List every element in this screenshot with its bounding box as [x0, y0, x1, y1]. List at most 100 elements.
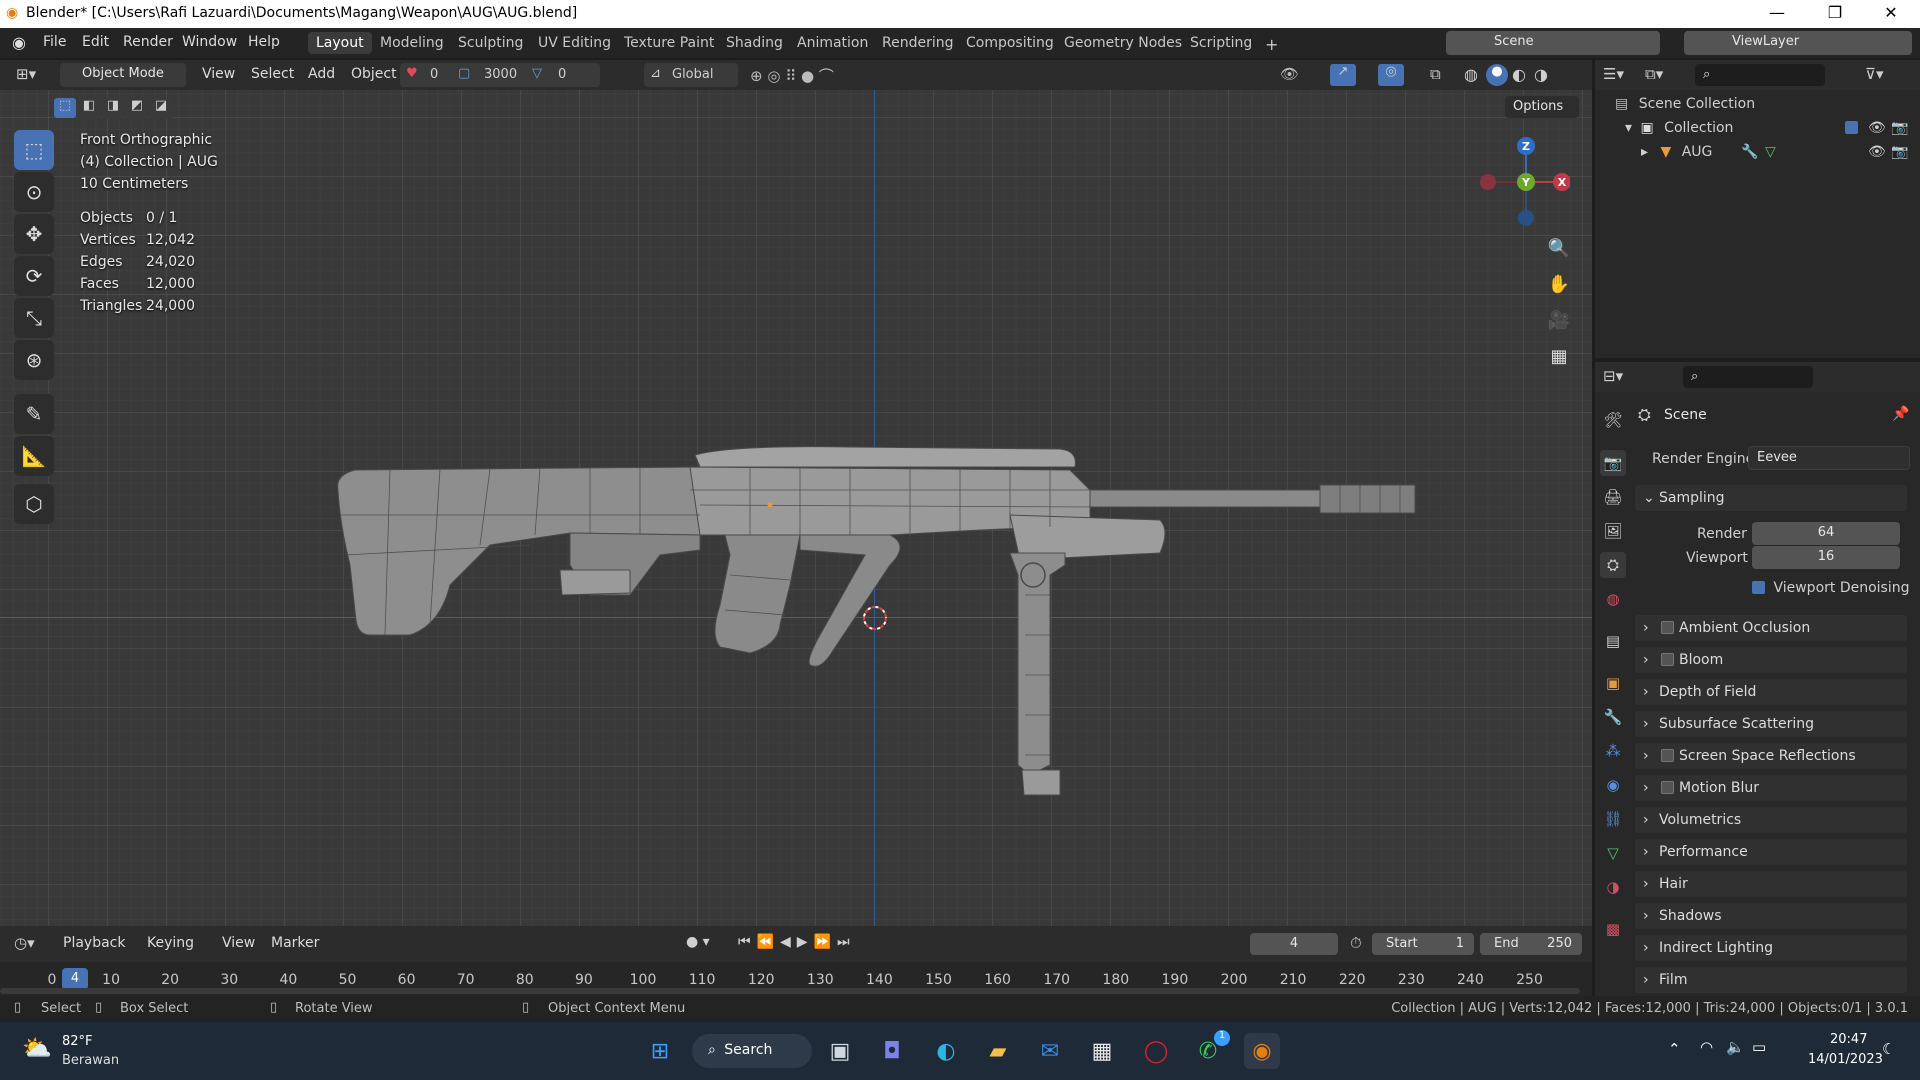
- mail-icon[interactable]: ✉: [1032, 1033, 1068, 1069]
- outliner-item-scene-collection[interactable]: ▤ Scene Collection: [1615, 96, 1755, 112]
- filter-icon[interactable]: ⊽▾: [1865, 65, 1884, 83]
- scene-selector[interactable]: Scene: [1446, 31, 1660, 55]
- panel-shadows[interactable]: › Shadows: [1635, 903, 1907, 929]
- modifier-tab-icon[interactable]: 🔧: [1600, 704, 1626, 730]
- maximize-button[interactable]: ❐: [1812, 2, 1858, 26]
- render-samples-field[interactable]: 64: [1752, 522, 1900, 545]
- physics-tab-icon[interactable]: ◉: [1600, 772, 1626, 798]
- solid-shading-icon[interactable]: ●: [1486, 64, 1508, 86]
- gizmo-toggle-icon[interactable]: ↗: [1330, 64, 1356, 86]
- render-engine-dropdown[interactable]: Eevee: [1748, 446, 1910, 470]
- particles-tab-icon[interactable]: ⁂: [1600, 738, 1626, 764]
- playhead-marker[interactable]: 4: [62, 968, 88, 990]
- pin-icon[interactable]: 📌: [1892, 406, 1909, 422]
- exclude-checkbox[interactable]: [1845, 120, 1858, 136]
- menu-render[interactable]: Render: [123, 34, 173, 50]
- object-tab-icon[interactable]: ▣: [1600, 670, 1626, 696]
- select-box-tool[interactable]: ⬚: [14, 130, 54, 170]
- blender-menu-icon[interactable]: ◉: [12, 33, 26, 52]
- viewport-samples-field[interactable]: 16: [1752, 546, 1900, 569]
- notification-bell-icon[interactable]: ☾: [1882, 1040, 1895, 1058]
- battery-icon[interactable]: ▭: [1752, 1038, 1766, 1056]
- select-extend-icon[interactable]: ◧: [78, 98, 100, 118]
- eye-icon[interactable]: 👁: [1868, 144, 1886, 160]
- move-tool[interactable]: ✥: [14, 214, 54, 254]
- weather-cloud-icon[interactable]: ⛅: [22, 1034, 52, 1062]
- start-button[interactable]: ⊞: [642, 1033, 678, 1069]
- panel-motion-blur[interactable]: › Motion Blur: [1635, 775, 1907, 801]
- add-cube-tool[interactable]: ⬡: [14, 484, 54, 524]
- panel-performance[interactable]: › Performance: [1635, 839, 1907, 865]
- display-mode-icon[interactable]: ⧉▾: [1645, 65, 1663, 83]
- clock-time[interactable]: 20:47: [1830, 1032, 1867, 1047]
- menu-add[interactable]: Add: [308, 66, 335, 82]
- taskbar-search[interactable]: ⌕ Search: [692, 1034, 812, 1068]
- menu-select[interactable]: Select: [251, 66, 294, 82]
- select-subtract-icon[interactable]: ◨: [102, 98, 124, 118]
- timeline-scrollbar[interactable]: [0, 988, 1580, 994]
- collection-tab-icon[interactable]: ▤: [1600, 628, 1626, 654]
- task-view-icon[interactable]: ▣: [822, 1033, 858, 1069]
- wireframe-shading-icon[interactable]: ◍: [1464, 65, 1478, 84]
- material-shading-icon[interactable]: ◐: [1512, 65, 1526, 84]
- navigation-gizmo[interactable]: Z X Y: [1470, 130, 1570, 230]
- edge-browser-icon[interactable]: ◐: [928, 1033, 964, 1069]
- zoom-icon[interactable]: 🔍: [1543, 232, 1575, 264]
- panel-subsurface-scattering[interactable]: › Subsurface Scattering: [1635, 711, 1907, 737]
- texture-tab-icon[interactable]: ▩: [1600, 916, 1626, 942]
- visibility-icon[interactable]: 👁: [1280, 65, 1299, 83]
- tab-sculpting[interactable]: Sculpting: [450, 32, 531, 54]
- modifier-wrench-icon[interactable]: 🔧: [1741, 144, 1758, 160]
- panel-depth-of-field[interactable]: › Depth of Field: [1635, 679, 1907, 705]
- minimize-button[interactable]: —: [1754, 2, 1800, 26]
- volume-icon[interactable]: 🔈: [1726, 1038, 1745, 1056]
- panel-volumetrics[interactable]: › Volumetrics: [1635, 807, 1907, 833]
- playback-controls-icon[interactable]: ⏮⏪◀▶⏩⏭: [738, 934, 856, 950]
- menu-marker[interactable]: Marker: [271, 935, 319, 951]
- rotate-tool[interactable]: ⟳: [14, 256, 54, 296]
- sampling-panel-header[interactable]: ⌄ Sampling: [1635, 485, 1907, 511]
- overlay-toggle-icon[interactable]: ◎: [1378, 64, 1404, 86]
- timeline-ruler[interactable]: 250 240 230 220 210 200 190 180 170 160 150 140 130 1…: [0, 962, 1592, 996]
- pivot-icon[interactable]: ⊕ ◎ ⠿ ● ⌒: [750, 65, 834, 86]
- scene-tab-icon[interactable]: ⛭: [1600, 552, 1626, 578]
- record-icon[interactable]: ● ▾: [686, 934, 710, 950]
- xray-icon[interactable]: ⧉: [1430, 65, 1441, 83]
- world-tab-icon[interactable]: ◍: [1600, 586, 1626, 612]
- annotate-tool[interactable]: ✎: [14, 394, 54, 434]
- select-mode-buttons[interactable]: ⬚ ◧ ◨ ◩ ◪: [54, 98, 172, 120]
- panel-bloom[interactable]: › Bloom: [1635, 647, 1907, 673]
- tab-texture-paint[interactable]: Texture Paint: [616, 32, 722, 54]
- tool-tab-icon[interactable]: 🛠: [1600, 407, 1626, 433]
- panel-film[interactable]: › Film: [1635, 967, 1907, 993]
- collapse-arrow-icon[interactable]: ▸: [1641, 144, 1648, 160]
- view-layer-selector[interactable]: ViewLayer: [1684, 31, 1912, 55]
- file-explorer-icon[interactable]: ▰: [980, 1033, 1016, 1069]
- start-frame-field[interactable]: Start 1: [1372, 933, 1474, 955]
- menu-object[interactable]: Object: [351, 66, 397, 82]
- view-layer-tab-icon[interactable]: 🖼: [1600, 518, 1626, 544]
- menu-help[interactable]: Help: [248, 34, 280, 50]
- properties-editor-icon[interactable]: ⊟▾: [1603, 367, 1623, 385]
- wifi-icon[interactable]: ◠: [1700, 1038, 1713, 1056]
- select-new-icon[interactable]: ⬚: [54, 98, 76, 118]
- tab-shading[interactable]: Shading: [718, 32, 791, 54]
- outliner-item-aug[interactable]: ▸ ▼ AUG 🔧 ▽ 👁 📷: [1641, 144, 1915, 160]
- checkbox-icon[interactable]: [1661, 653, 1674, 666]
- tab-geometry-nodes[interactable]: Geometry Nodes: [1056, 32, 1190, 54]
- options-dropdown[interactable]: Options: [1505, 96, 1579, 118]
- eye-icon[interactable]: 👁: [1868, 120, 1886, 136]
- render-camera-icon[interactable]: 📷: [1891, 144, 1908, 160]
- close-button[interactable]: ✕: [1868, 2, 1914, 26]
- menu-keying[interactable]: Keying: [147, 935, 194, 951]
- tab-layout[interactable]: Layout: [308, 32, 372, 54]
- menu-file[interactable]: File: [43, 34, 66, 50]
- outliner-search-input[interactable]: ⌕: [1695, 64, 1825, 86]
- store-icon[interactable]: ▦: [1084, 1033, 1120, 1069]
- cursor-tool[interactable]: ⊙: [14, 172, 54, 212]
- transform-tool[interactable]: ⊛: [14, 340, 54, 380]
- tab-uv-editing[interactable]: UV Editing: [530, 32, 619, 54]
- checkbox-icon[interactable]: [1661, 749, 1674, 762]
- material-tab-icon[interactable]: ◑: [1600, 874, 1626, 900]
- neg-x-axis-handle[interactable]: [1480, 174, 1496, 190]
